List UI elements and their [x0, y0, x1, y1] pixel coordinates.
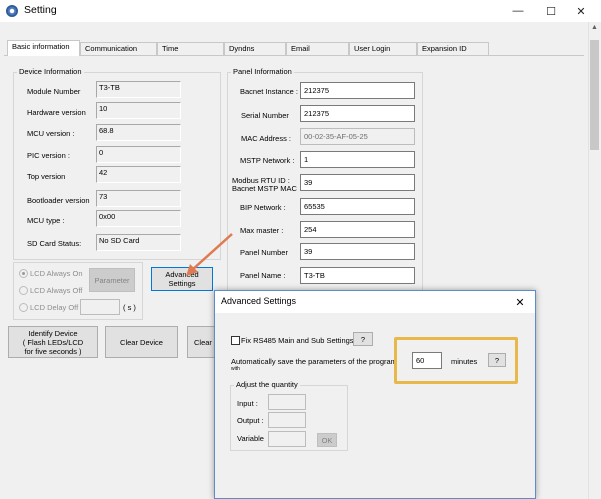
bootloader-version-label: Bootloader version: [27, 196, 90, 205]
highlight-box: [394, 337, 518, 384]
panel-name-label: Panel Name :: [240, 271, 286, 280]
mcu-version-label: MCU version :: [27, 129, 75, 138]
serial-number-label: Serial Number: [241, 111, 289, 120]
panel-number-input[interactable]: 39: [300, 243, 415, 260]
adjust-quantity-title: Adjust the quantity: [234, 380, 300, 389]
pic-version-label: PIC version :: [27, 151, 70, 160]
tab-basic-information[interactable]: Basic information: [7, 40, 80, 56]
lcd-always-on-label: LCD Always On: [30, 269, 83, 278]
output-quantity-field[interactable]: [268, 412, 306, 428]
bacnet-instance-input[interactable]: 212375: [300, 82, 415, 99]
sd-card-status-value: No SD Card: [96, 234, 181, 251]
tab-user-login[interactable]: User Login: [349, 42, 417, 55]
input-quantity-label: Input :: [237, 399, 258, 408]
serial-number-input[interactable]: 212375: [300, 105, 415, 122]
top-version-value: 42: [96, 166, 181, 183]
mac-address-label: MAC Address :: [241, 134, 292, 143]
mstp-network-label: MSTP Network :: [240, 156, 295, 165]
identify-device-button[interactable]: Identify Device ( Flash LEDs/LCD for fiv…: [8, 326, 98, 358]
tab-expansion-id[interactable]: Expansion ID: [417, 42, 489, 55]
parameter-button[interactable]: Parameter: [89, 268, 135, 292]
advanced-settings-dialog: Advanced Settings ✕ Fix RS485 Main and S…: [214, 290, 536, 499]
max-master-label: Max master :: [240, 226, 284, 235]
bip-network-label: BIP Network :: [240, 203, 286, 212]
fix-rs485-label: Fix RS485 Main and Sub Settings: [241, 336, 354, 345]
scroll-thumb[interactable]: [590, 40, 599, 150]
tab-time[interactable]: Time: [157, 42, 224, 55]
fix-rs485-help-button[interactable]: ?: [353, 332, 373, 346]
close-button[interactable]: ✕: [566, 2, 596, 20]
panel-number-label: Panel Number: [240, 248, 288, 257]
hardware-version-label: Hardware version: [27, 108, 86, 117]
mcu-version-value: 68.8: [96, 124, 181, 141]
mstp-network-input[interactable]: 1: [300, 151, 415, 168]
device-information-title: Device Information: [17, 67, 84, 76]
arrow-annotation-icon: [186, 233, 233, 276]
identify-device-line3: for five seconds ): [24, 346, 82, 356]
lcd-delay-unit: ( s ): [123, 303, 136, 312]
lcd-always-off-label: LCD Always Off: [30, 286, 83, 295]
panel-name-input[interactable]: T3-TB: [300, 267, 415, 284]
top-version-label: Top version: [27, 172, 66, 181]
lcd-delay-input[interactable]: [80, 299, 120, 315]
hardware-version-value: 10: [96, 102, 181, 119]
tab-communication[interactable]: Communication: [80, 42, 157, 55]
panel-information-title: Panel Information: [231, 67, 294, 76]
fix-rs485-checkbox[interactable]: [231, 336, 240, 345]
mac-address-input[interactable]: 00-02-35-AF-05-25: [300, 128, 415, 145]
lcd-always-on-radio[interactable]: [19, 269, 28, 278]
adjust-ok-button[interactable]: OK: [317, 433, 337, 447]
identify-device-line1: Identify Device: [28, 328, 78, 338]
lcd-delay-off-label: LCD Delay Off: [30, 303, 79, 312]
autosave-label: Automatically save the parameters of the…: [231, 357, 397, 366]
bip-network-input[interactable]: 65535: [300, 198, 415, 215]
bacnet-mstp-mac-label: Bacnet MSTP MAC: [232, 184, 297, 193]
variable-quantity-label: Variable: [237, 434, 264, 443]
tab-email[interactable]: Email: [286, 42, 349, 55]
lcd-delay-off-radio[interactable]: [19, 303, 28, 312]
identify-device-line2: ( Flash LEDs/LCD: [22, 337, 84, 347]
module-number-value: T3-TB: [96, 81, 181, 98]
app-gear-icon: [6, 5, 18, 17]
dialog-close-button[interactable]: ✕: [511, 293, 529, 311]
input-quantity-field[interactable]: [268, 394, 306, 410]
bootloader-version-value: 73: [96, 190, 181, 207]
max-master-input[interactable]: 254: [300, 221, 415, 238]
module-number-label: Module Number: [27, 87, 81, 96]
window-title: Setting: [24, 4, 57, 16]
mcu-type-value: 0x00: [96, 210, 181, 227]
modbus-rtu-id-input[interactable]: 39: [300, 174, 415, 191]
lcd-always-off-radio[interactable]: [19, 286, 28, 295]
tab-dyndns[interactable]: Dyndns: [224, 42, 286, 55]
dialog-title: Advanced Settings: [221, 296, 297, 306]
minimize-button[interactable]: —: [503, 2, 533, 20]
clear-device-button[interactable]: Clear Device: [105, 326, 178, 358]
scroll-up-arrow-icon[interactable]: ▲: [589, 24, 600, 36]
mcu-type-label: MCU type :: [27, 216, 65, 225]
output-quantity-label: Output :: [237, 416, 264, 425]
maximize-button[interactable]: ☐: [536, 2, 566, 20]
autosave-label-wrap: with: [231, 366, 240, 370]
sd-card-status-label: SD Card Status:: [27, 239, 82, 248]
variable-quantity-field[interactable]: [268, 431, 306, 447]
bacnet-instance-label: Bacnet Instance :: [240, 87, 298, 96]
pic-version-value: 0: [96, 146, 181, 163]
